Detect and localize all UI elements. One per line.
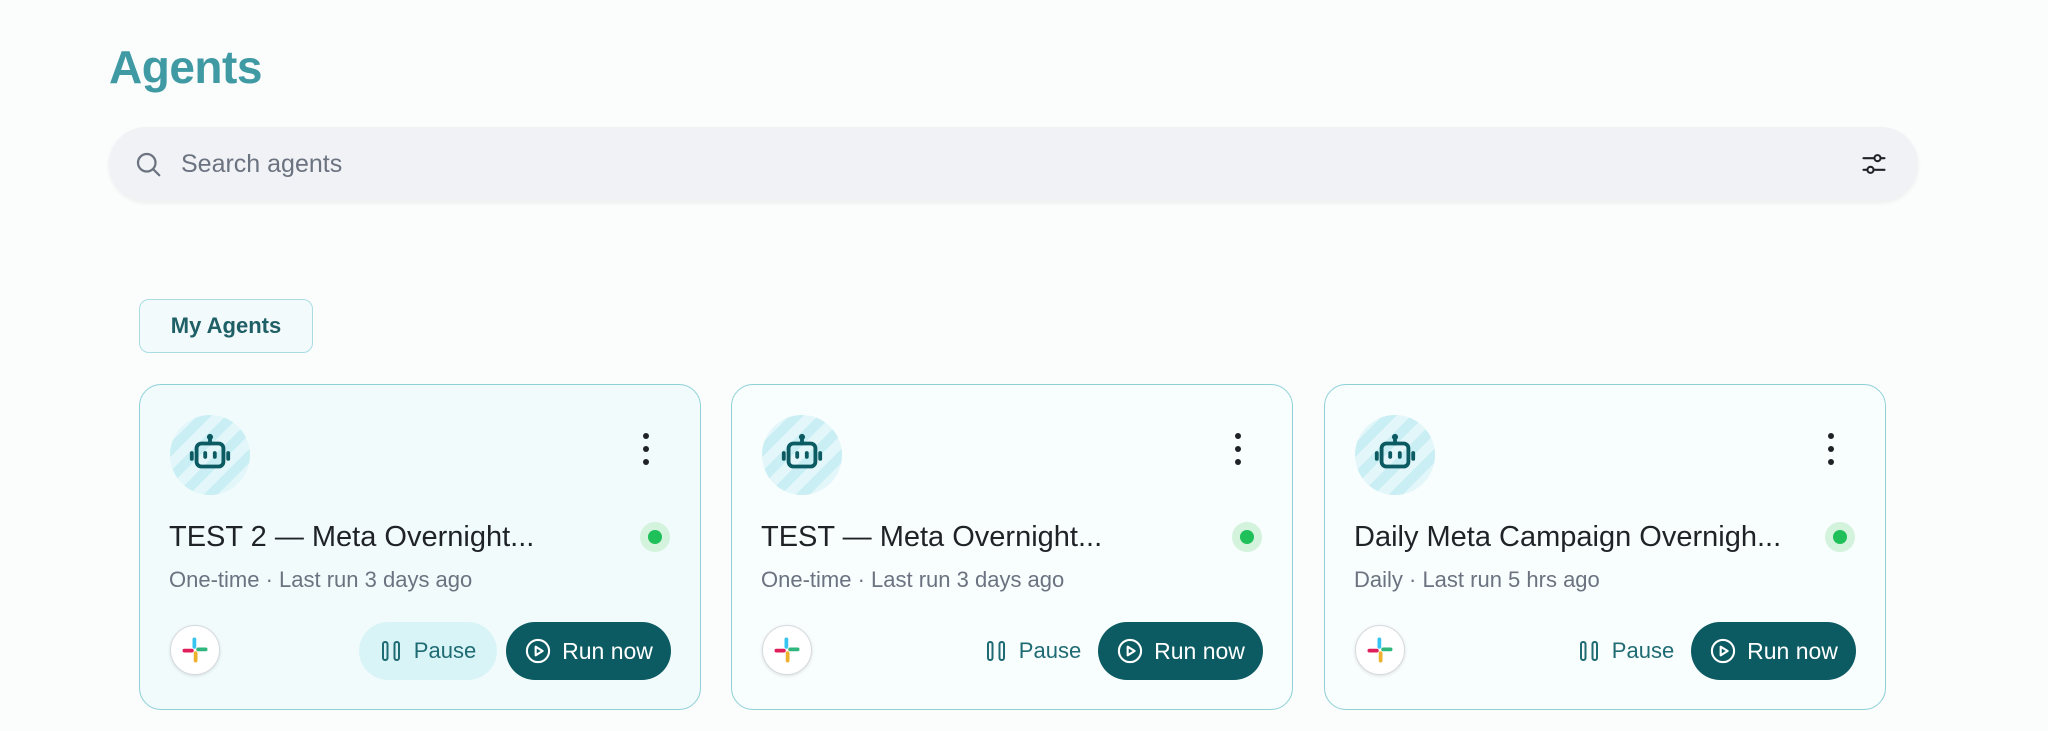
integration-badge — [762, 625, 812, 675]
integration-badge — [170, 625, 220, 675]
run-now-label: Run now — [562, 637, 653, 664]
search-icon — [136, 152, 161, 177]
run-now-label: Run now — [1154, 637, 1245, 664]
pause-label: Pause — [1018, 638, 1082, 663]
card-menu-button[interactable] — [640, 433, 652, 465]
kebab-dot — [1828, 459, 1834, 465]
robot-icon — [781, 433, 823, 469]
run-now-button[interactable]: Run now — [1098, 622, 1263, 680]
pause-label: Pause — [1611, 638, 1675, 663]
pause-icon — [986, 641, 1005, 661]
card-menu-button[interactable] — [1232, 433, 1244, 465]
card-menu-button[interactable] — [1825, 433, 1837, 465]
kebab-icon — [643, 433, 649, 439]
robot-icon — [1374, 433, 1416, 469]
slack-icon — [774, 637, 800, 663]
sliders-icon — [1862, 154, 1886, 174]
run-now-label: Run now — [1747, 637, 1838, 664]
agent-name: TEST — Meta Overnight... — [761, 521, 1103, 553]
slack-icon — [1367, 637, 1393, 663]
play-circle-icon — [1117, 638, 1143, 664]
status-indicator — [1232, 522, 1262, 552]
tab-my-agents[interactable]: My Agents — [139, 299, 313, 353]
kebab-icon — [1828, 433, 1834, 439]
kebab-dot — [1235, 446, 1241, 452]
status-dot-inner — [1833, 530, 1847, 544]
search-bar[interactable] — [109, 127, 1918, 201]
agent-card[interactable]: Daily Meta Campaign Overnigh... Daily · … — [1324, 384, 1886, 710]
agents-page: Agents My Agents — [0, 0, 2048, 731]
kebab-icon — [1235, 433, 1241, 439]
kebab-dot — [643, 459, 649, 465]
status-dot-inner — [1240, 530, 1254, 544]
agent-name: TEST 2 — Meta Overnight... — [169, 521, 535, 553]
kebab-dot — [643, 446, 649, 452]
robot-icon — [189, 433, 231, 469]
pause-label: Pause — [413, 638, 477, 663]
agent-name: Daily Meta Campaign Overnigh... — [1354, 521, 1782, 553]
play-circle-icon — [525, 638, 551, 664]
status-indicator — [1825, 522, 1855, 552]
pause-button[interactable]: Pause — [964, 622, 1102, 680]
search-input[interactable] — [181, 144, 1854, 184]
agent-card[interactable]: TEST — Meta Overnight... One-time · Last… — [731, 384, 1293, 710]
agent-avatar — [1355, 415, 1435, 495]
play-circle-icon — [1710, 638, 1736, 664]
agent-avatar — [762, 415, 842, 495]
pause-icon — [381, 641, 400, 661]
pause-button[interactable]: Pause — [1557, 622, 1695, 680]
agent-avatar — [170, 415, 250, 495]
agent-meta: One-time · Last run 3 days ago — [761, 567, 1065, 592]
agent-card[interactable]: TEST 2 — Meta Overnight... One-time · La… — [139, 384, 701, 710]
filter-button[interactable] — [1854, 144, 1894, 184]
slack-icon — [182, 637, 208, 663]
kebab-dot — [1235, 459, 1241, 465]
status-dot-inner — [648, 530, 662, 544]
pause-icon — [1579, 641, 1598, 661]
pause-button[interactable]: Pause — [359, 622, 497, 680]
page-title: Agents — [109, 41, 262, 93]
agent-meta: Daily · Last run 5 hrs ago — [1354, 567, 1600, 592]
kebab-dot — [1828, 446, 1834, 452]
agent-meta: One-time · Last run 3 days ago — [169, 567, 473, 592]
run-now-button[interactable]: Run now — [506, 622, 671, 680]
run-now-button[interactable]: Run now — [1691, 622, 1856, 680]
integration-badge — [1355, 625, 1405, 675]
status-indicator — [640, 522, 670, 552]
